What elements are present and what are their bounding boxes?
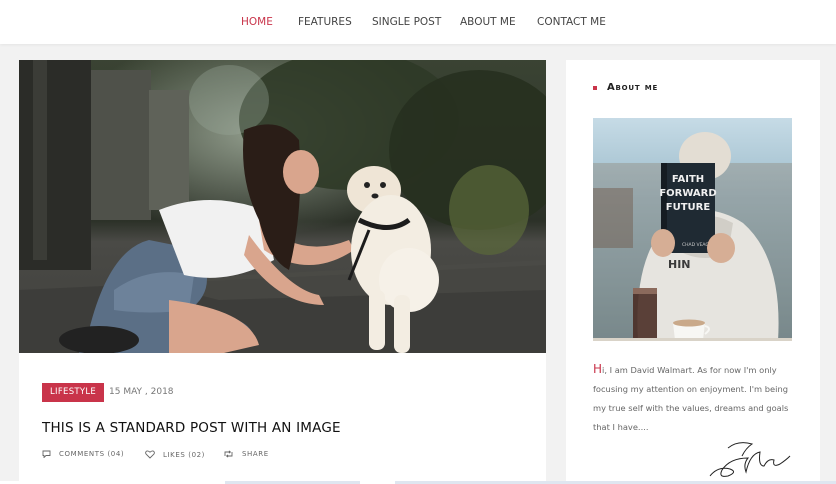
book-title-line-1: FAITH (672, 174, 704, 185)
book-title-line-2: FORWARD (659, 188, 716, 199)
about-body: i, I am David Walmart. As for now I'm on… (593, 365, 789, 432)
likes-label: LIKES (02) (163, 450, 206, 459)
heart-icon (145, 450, 155, 459)
post-title[interactable]: THIS IS A STANDARD POST WITH AN IMAGE (42, 420, 341, 436)
signature-image (709, 442, 791, 477)
nav-item-features[interactable]: FEATURES (298, 16, 352, 28)
top-navbar: HOME FEATURES SINGLE POST ABOUT ME CONTA… (0, 0, 836, 44)
comments-label: COMMENTS (04) (59, 450, 125, 458)
about-drop-letter: H (593, 362, 603, 376)
share-label: SHARE (242, 450, 269, 458)
share-link[interactable]: SHARE (223, 450, 269, 458)
comment-icon (42, 450, 51, 458)
nav-item-contact-me[interactable]: CONTACT ME (537, 16, 606, 28)
post-featured-image[interactable] (19, 60, 546, 353)
widget-title-text: About me (607, 82, 659, 93)
nav-item-home[interactable]: HOME (241, 16, 273, 28)
category-tag[interactable]: LIFESTYLE (42, 383, 105, 402)
post-date: 15 MAY , 2018 (109, 387, 174, 397)
hoodie-print: HIN (668, 258, 691, 271)
retweet-icon (224, 450, 233, 458)
book-title-line-3: FUTURE (666, 202, 711, 213)
about-widget: About me FAITH FORWARD FUTURE CHAD VEACH… (566, 60, 820, 484)
comments-link[interactable]: COMMENTS (04) (42, 450, 124, 458)
widget-title: About me (593, 82, 658, 93)
post-card: LIFESTYLE 15 MAY , 2018 THIS IS A STANDA… (19, 60, 546, 484)
nav-item-about-me[interactable]: ABOUT ME (460, 16, 516, 28)
nav-item-single-post[interactable]: SINGLE POST (372, 16, 441, 28)
likes-link[interactable]: LIKES (02) (145, 450, 205, 459)
title-square-icon (593, 85, 597, 90)
about-text: Hi, I am David Walmart. As for now I'm o… (593, 360, 798, 437)
about-me-photo[interactable]: FAITH FORWARD FUTURE CHAD VEACH HIN (593, 118, 792, 341)
